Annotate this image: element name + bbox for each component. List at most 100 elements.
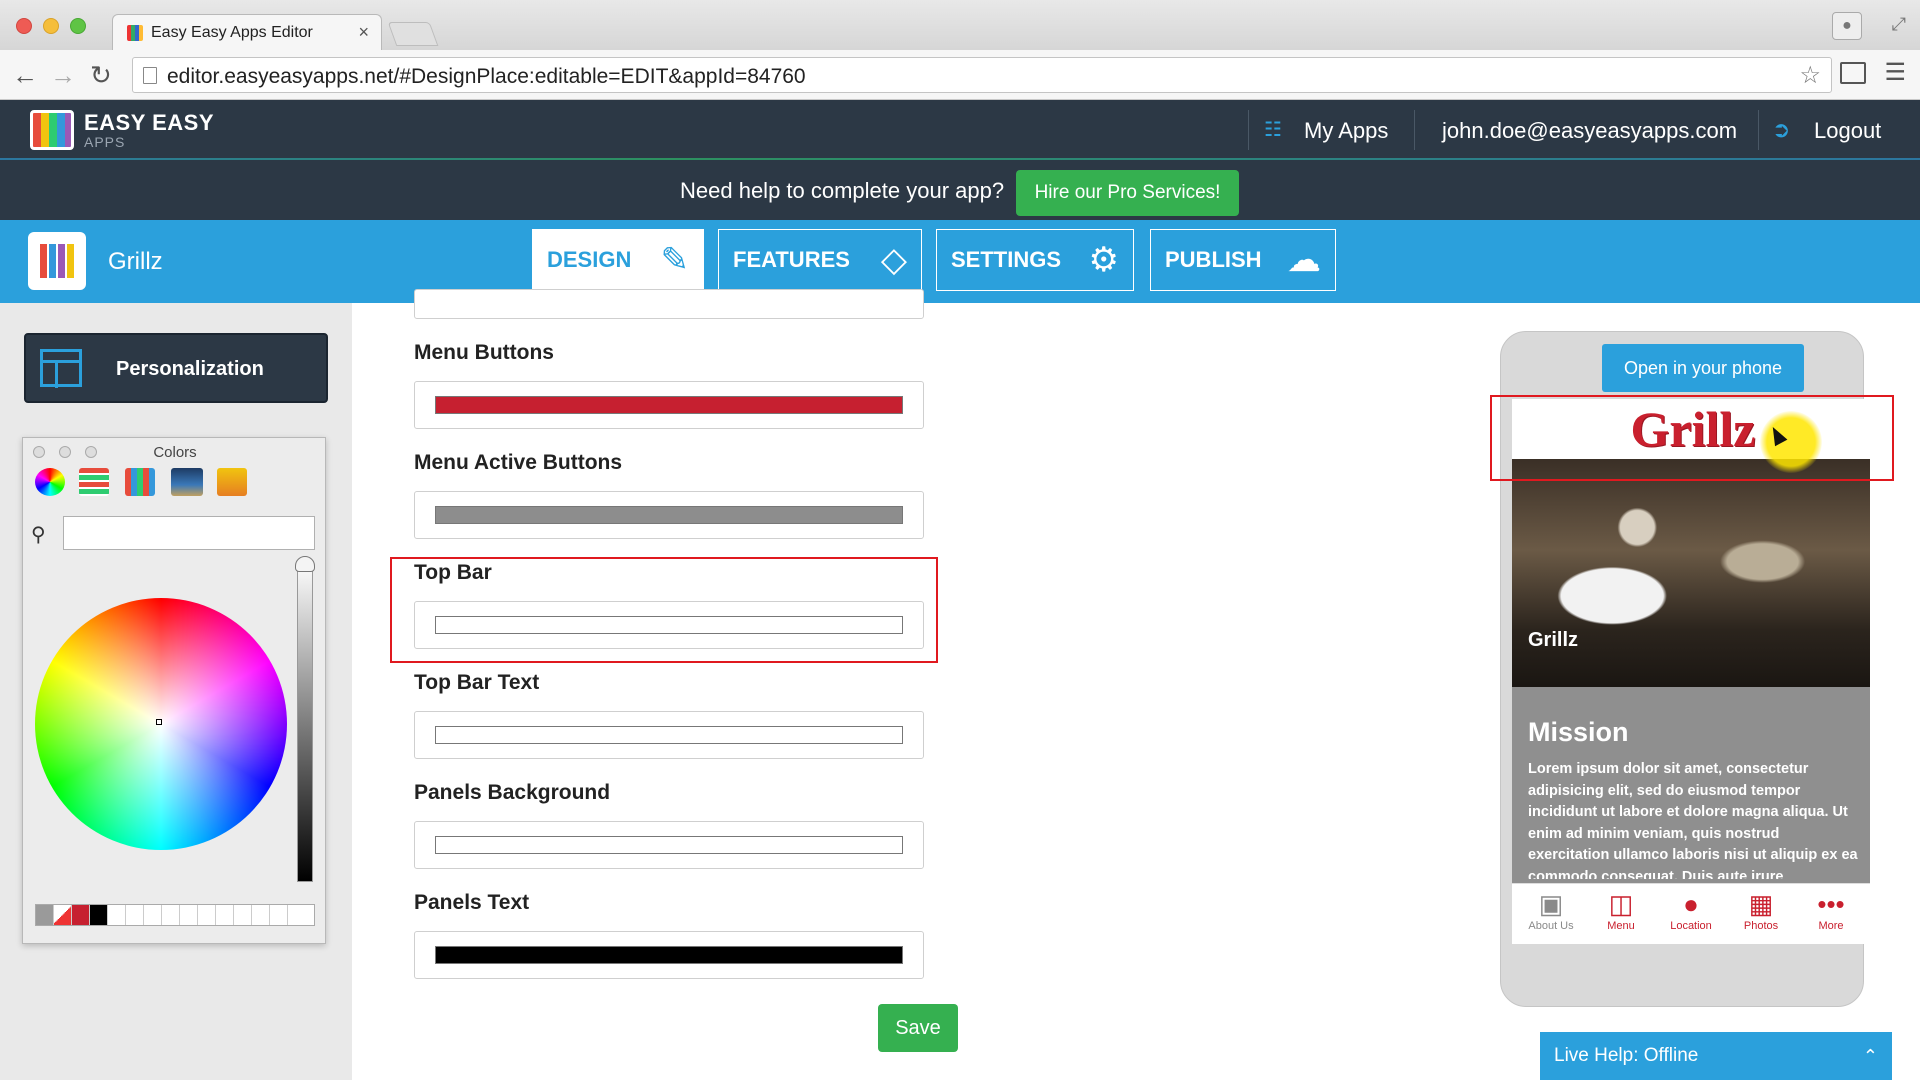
book-icon: ◫ [1608,889,1634,919]
swatch[interactable] [36,905,54,925]
left-sidebar: Personalization Colors ⚲ [0,303,352,1080]
preview-tab-label: About Us [1528,920,1574,932]
swatch[interactable] [90,905,108,925]
map-pin-icon: ● [1683,889,1699,919]
swatch[interactable] [144,905,162,925]
cast-icon[interactable] [1840,62,1866,84]
preview-tab-label: Photos [1743,920,1779,932]
swatch[interactable] [270,905,288,925]
color-mode-bar [35,468,255,498]
swatch[interactable] [180,905,198,925]
favicon-icon [127,25,143,41]
apps-grid-icon[interactable]: ☷ [1264,120,1282,140]
tab-settings-label: SETTINGS [951,247,1062,272]
tab-design[interactable]: DESIGN ✎ [532,229,704,300]
tab-features[interactable]: FEATURES ◇ [718,229,922,291]
phone-preview-pane: Open in your phone Grillz Grillz Mission… [1452,303,1920,1080]
color-swatch [435,726,903,744]
preview-tab-about[interactable]: ▣ About Us [1516,890,1586,932]
search-icon: ⚲ [31,524,46,546]
top-bar-color-field[interactable] [414,601,924,649]
color-swatch [435,616,903,634]
easyeasy-logo-icon[interactable] [30,110,74,150]
swatch[interactable] [162,905,180,925]
color-field-partial[interactable] [414,289,924,319]
app-header: EASY EASY APPS ☷ My Apps john.doe@easyea… [0,100,1920,160]
swatch[interactable] [108,905,126,925]
preview-tab-location[interactable]: ● Location [1656,890,1726,932]
editor-nav-bar: Grillz DESIGN ✎ FEATURES ◇ SETTINGS ⚙ PU… [0,220,1920,303]
address-bar[interactable]: editor.easyeasyapps.net/#DesignPlace:edi… [132,57,1832,93]
swatch[interactable] [54,905,72,925]
color-wheel-mode-icon[interactable] [35,468,65,496]
new-tab-button[interactable] [387,22,439,46]
window-close-button[interactable] [16,18,32,34]
preview-tab-label: More [1818,920,1844,932]
swatch[interactable] [126,905,144,925]
color-search-input[interactable] [63,516,315,550]
photos-icon: ▦ [1748,889,1774,919]
image-palettes-mode-icon[interactable] [171,468,203,496]
reload-icon[interactable]: ↻ [90,60,112,90]
swatch[interactable] [234,905,252,925]
hire-pro-button[interactable]: Hire our Pro Services! [1016,170,1239,216]
preview-mission-body: Lorem ipsum dolor sit amet, consectetur … [1528,761,1858,879]
tab-settings[interactable]: SETTINGS ⚙ [936,229,1134,291]
live-help-widget[interactable]: Live Help: Offline ⌃ [1540,1032,1892,1080]
fullscreen-icon[interactable]: ⤢ [1892,14,1906,35]
app-name: Grillz [108,248,163,275]
personalization-button[interactable]: Personalization [24,333,328,403]
tab-title: Easy Easy Apps Editor [151,24,313,41]
open-sign-icon: ▣ [1538,889,1564,919]
open-in-phone-button[interactable]: Open in your phone [1602,344,1804,392]
swatch[interactable] [252,905,270,925]
preview-tab-label: Menu [1607,920,1635,932]
menu-active-buttons-color-field[interactable] [414,491,924,539]
cloud-upload-icon: ☁ [1287,241,1321,279]
bookmark-star-icon[interactable]: ☆ [1799,61,1821,90]
color-sliders-mode-icon[interactable] [79,468,109,496]
swatch[interactable] [72,905,90,925]
preview-hero-image [1512,459,1870,687]
logout-icon[interactable]: ➲ [1772,117,1790,143]
color-swatch [435,836,903,854]
my-apps-link[interactable]: My Apps [1304,118,1388,144]
save-button[interactable]: Save [878,1004,958,1052]
swatch[interactable] [198,905,216,925]
brightness-slider-knob[interactable] [295,556,315,572]
logout-link[interactable]: Logout [1814,118,1881,144]
chevron-up-icon[interactable]: ⌃ [1863,1032,1878,1080]
preview-tab-more[interactable]: ••• More [1796,890,1866,932]
preview-tab-photos[interactable]: ▦ Photos [1726,890,1796,932]
window-zoom-button[interactable] [70,18,86,34]
panels-background-color-field[interactable] [414,821,924,869]
browser-menu-icon[interactable]: ☰ [1884,61,1906,85]
user-email[interactable]: john.doe@easyeasyapps.com [1442,118,1737,144]
layout-icon [40,349,82,388]
brightness-slider[interactable] [297,560,313,882]
preview-mission-panel: Mission Lorem ipsum dolor sit amet, cons… [1512,687,1870,883]
tab-design-label: DESIGN [547,247,632,272]
profile-icon[interactable]: ● [1832,12,1862,40]
tab-publish[interactable]: PUBLISH ☁ [1150,229,1336,291]
crayons-mode-icon[interactable] [217,468,247,496]
color-swatch [435,506,903,524]
forward-arrow-icon[interactable]: → [50,60,76,90]
menu-buttons-color-field[interactable] [414,381,924,429]
brush-icon: ✎ [660,241,690,279]
back-arrow-icon[interactable]: ← [12,60,38,90]
help-text: Need help to complete your app? [680,178,1005,203]
panels-text-color-field[interactable] [414,931,924,979]
tab-close-icon[interactable]: × [358,22,369,43]
field-label: Panels Text [414,891,530,914]
preview-tab-menu[interactable]: ◫ Menu [1586,890,1656,932]
top-bar-text-color-field[interactable] [414,711,924,759]
browser-tab[interactable]: Easy Easy Apps Editor × [112,14,382,50]
url-text[interactable]: editor.easyeasyapps.net/#DesignPlace:edi… [167,65,806,89]
color-swatch [435,946,903,964]
window-minimize-button[interactable] [43,18,59,34]
color-palettes-mode-icon[interactable] [125,468,155,496]
color-wheel-cursor[interactable] [156,719,162,725]
swatch[interactable] [216,905,234,925]
field-label: Top Bar Text [414,671,540,694]
